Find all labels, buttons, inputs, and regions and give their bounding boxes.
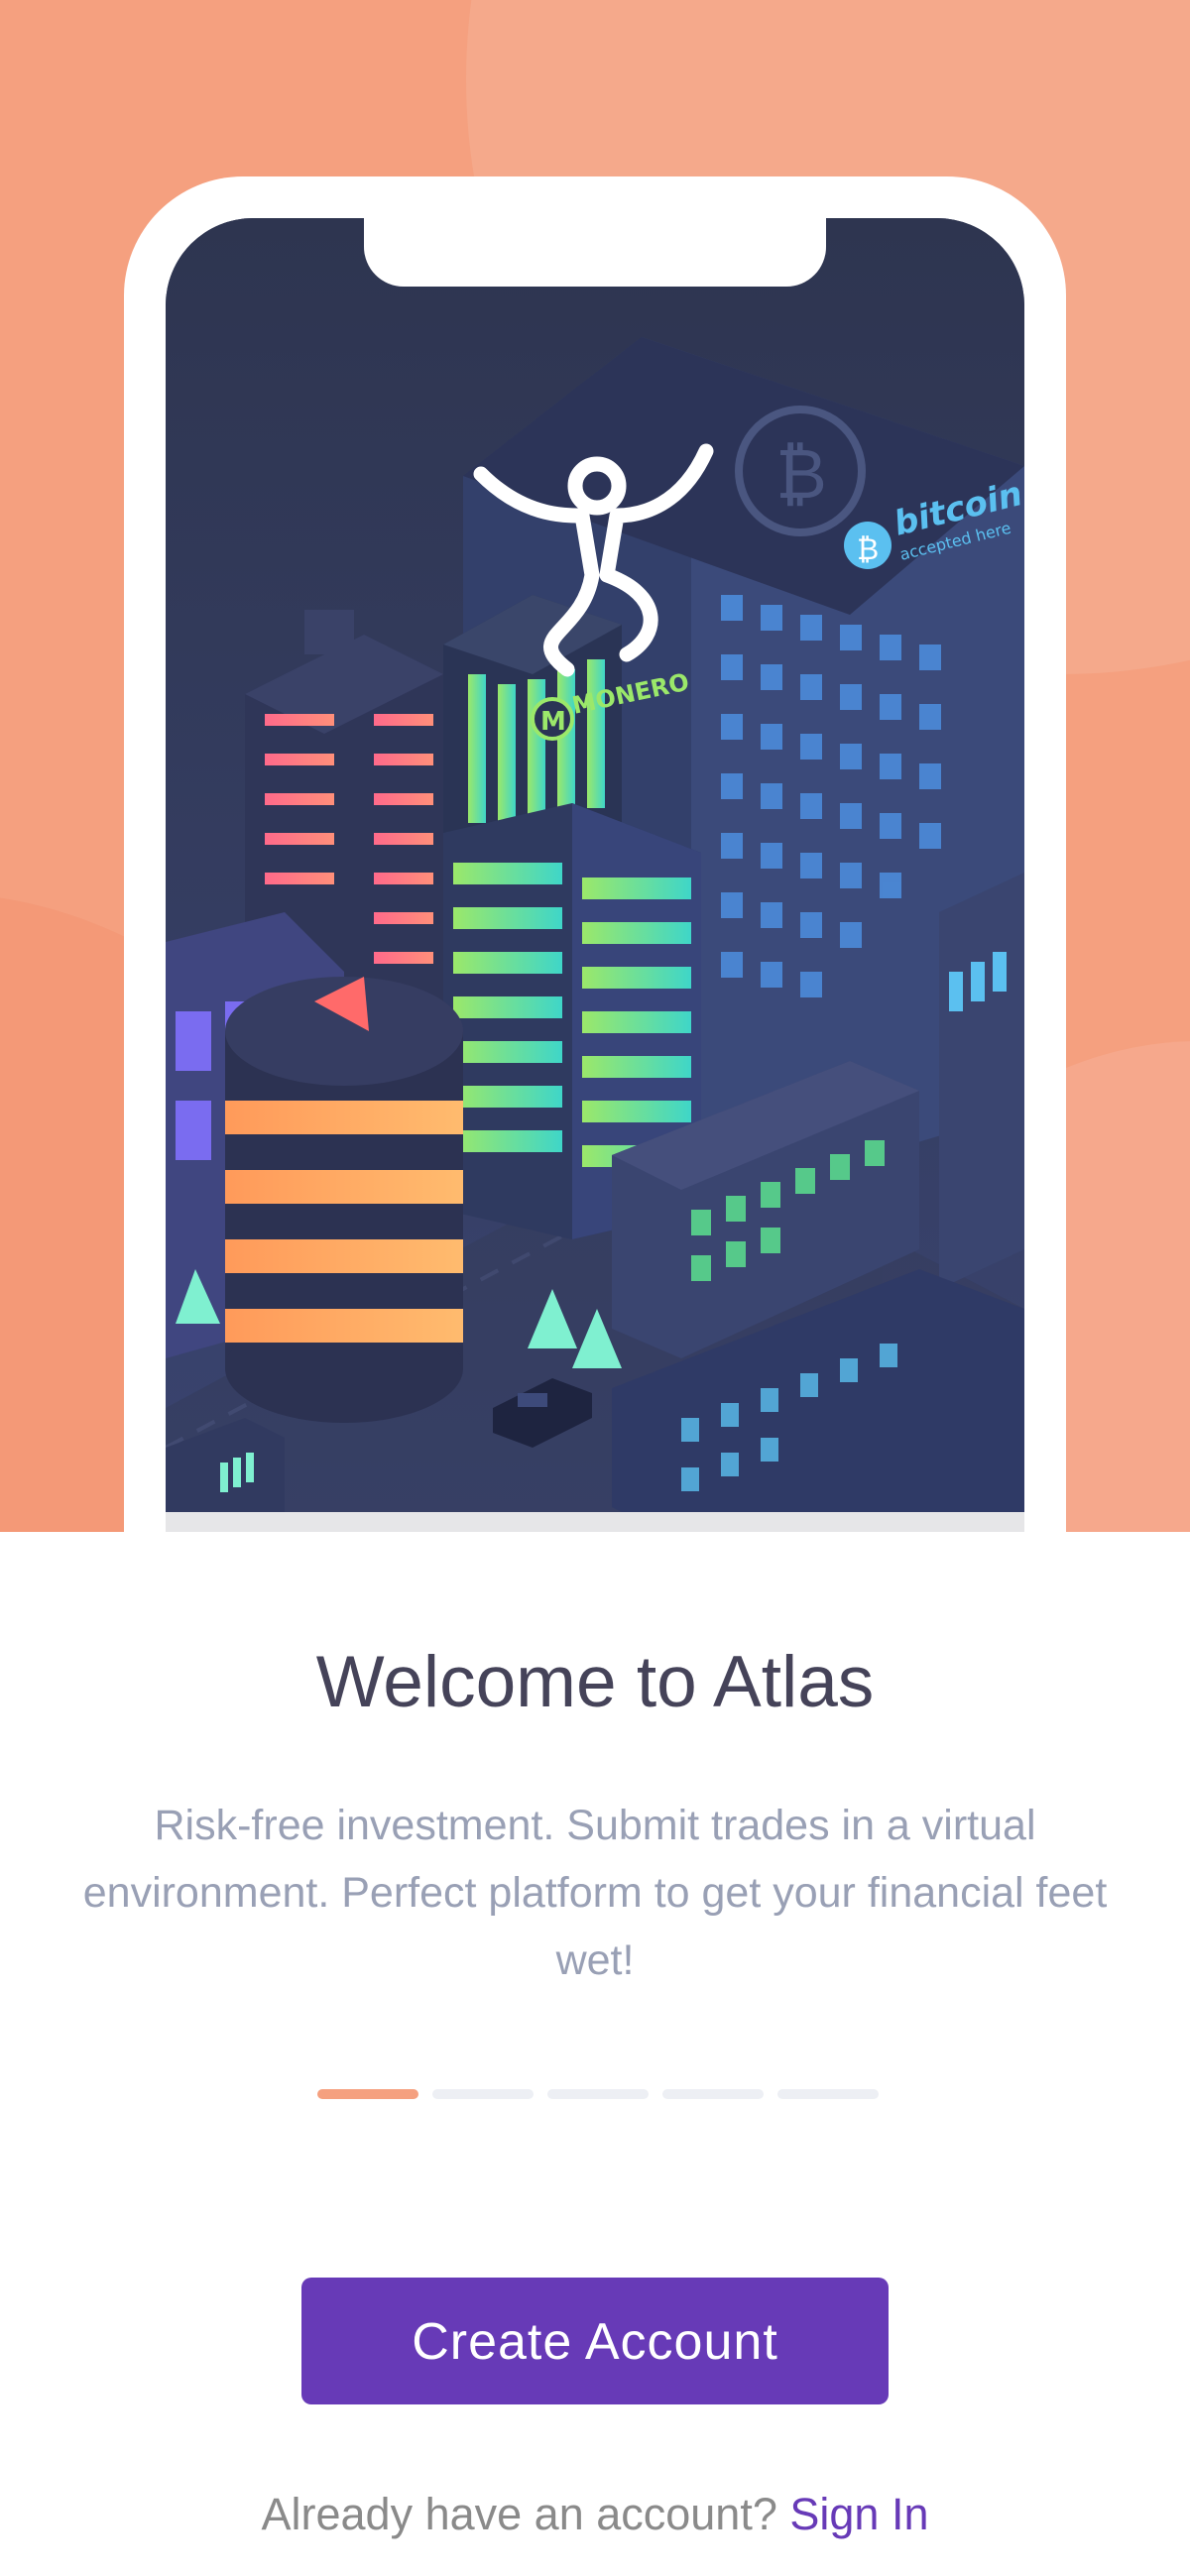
page-dot[interactable] [662, 2089, 764, 2099]
svg-text:₿: ₿ [775, 433, 827, 515]
page-title: Welcome to Atlas [315, 1642, 875, 1722]
phone-screen: ₿ ₿ bitcoin accepted here M MONERO [166, 218, 1024, 1532]
signin-prompt: Already have an account? [261, 2489, 777, 2539]
phone-notch [364, 218, 826, 287]
page-dot[interactable] [432, 2089, 534, 2099]
page-indicator [317, 2089, 879, 2099]
signin-link[interactable]: Sign In [789, 2489, 928, 2539]
signin-row: Already have an account? Sign In [0, 2489, 1190, 2540]
phone-frame: ₿ ₿ bitcoin accepted here M MONERO [124, 176, 1066, 1532]
onboarding-content: Welcome to Atlas Risk-free investment. S… [0, 1532, 1190, 2576]
phone-bottom-edge [166, 1512, 1024, 1532]
orange-cylinder [225, 977, 463, 1423]
isometric-city-illustration: ₿ ₿ bitcoin accepted here M MONERO [166, 218, 1024, 1532]
page-dot-active[interactable] [317, 2089, 418, 2099]
svg-text:M: M [540, 707, 566, 737]
page-dot[interactable] [777, 2089, 879, 2099]
right-building [939, 873, 1024, 1289]
hero-section: ₿ ₿ bitcoin accepted here M MONERO [0, 0, 1190, 1532]
page-dot[interactable] [547, 2089, 649, 2099]
svg-text:₿: ₿ [857, 532, 879, 567]
description-text: Risk-free investment. Submit trades in a… [82, 1802, 1108, 1984]
create-account-button[interactable]: Create Account [301, 2278, 889, 2404]
